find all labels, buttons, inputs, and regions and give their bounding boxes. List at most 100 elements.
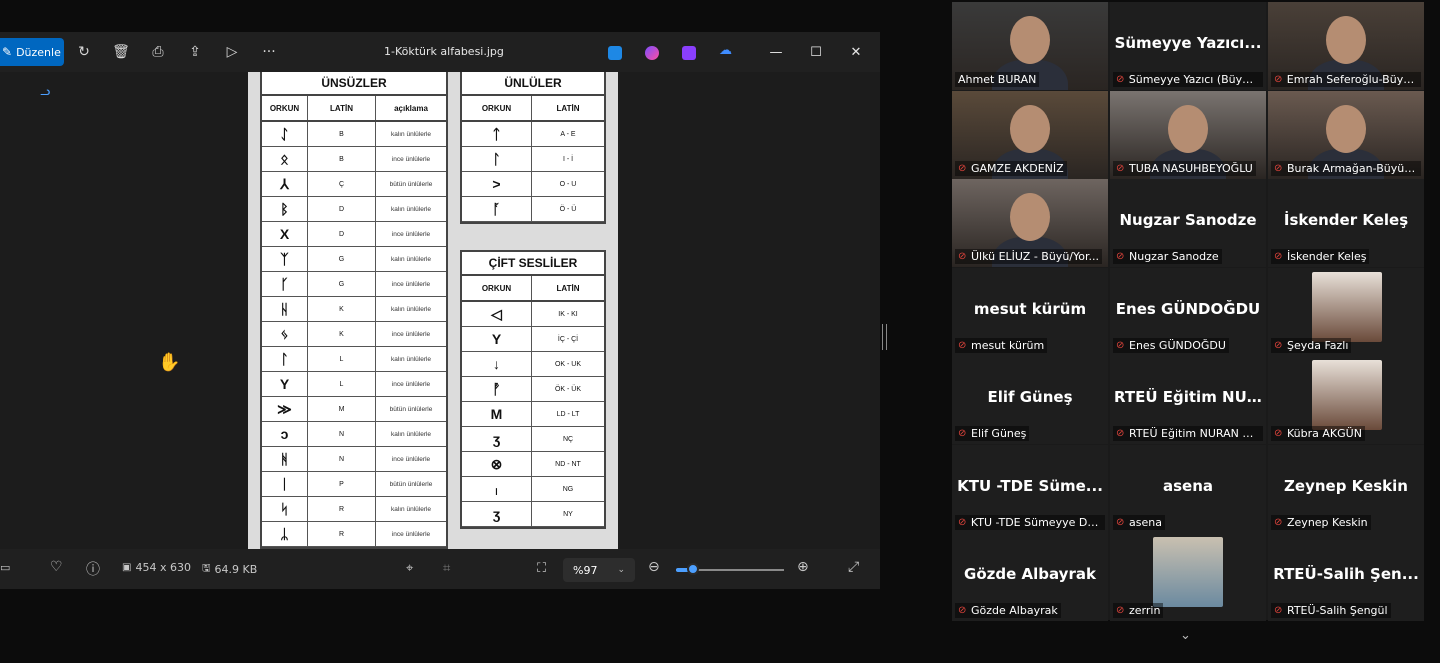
copilot-icon[interactable] bbox=[645, 46, 659, 60]
print-icon[interactable]: ⎙ bbox=[148, 42, 168, 62]
visual-search-icon[interactable]: ⌗ bbox=[443, 561, 450, 576]
muted-mic-icon: ⊘ bbox=[1274, 516, 1283, 528]
save-disk-icon: 🖫 bbox=[202, 563, 211, 574]
filmstrip-icon[interactable]: ▭ bbox=[0, 561, 10, 574]
latin-value: L bbox=[308, 347, 376, 371]
orkun-letter: Y bbox=[462, 327, 532, 351]
zoom-in-icon[interactable]: ⊕ bbox=[797, 559, 809, 575]
edit-button[interactable]: ✎ Düzenle bbox=[0, 38, 64, 66]
participant-tile[interactable]: Zeynep Keskin ⊘ Zeynep Keskin bbox=[1268, 444, 1424, 533]
participant-tile[interactable]: ⊘ Burak Armağan-Büyü/... bbox=[1268, 90, 1424, 179]
participant-tile[interactable]: Enes GÜNDOĞDU ⊘ Enes GÜNDOĞDU bbox=[1110, 267, 1266, 356]
participant-tile[interactable]: Ahmet BURAN bbox=[952, 2, 1108, 90]
zoom-level-dropdown[interactable]: %97 ⌄ bbox=[563, 558, 635, 582]
participant-display-name: Elif Güneş bbox=[987, 388, 1073, 406]
participant-name-label: ⊘ İskender Keleş bbox=[1271, 249, 1370, 264]
participant-tile[interactable]: asena ⊘ asena bbox=[1110, 444, 1266, 533]
participant-tile[interactable]: Gözde Albayrak ⊘ Gözde Albayrak bbox=[952, 533, 1108, 621]
table-row: ⊗ ND - NT bbox=[462, 452, 604, 477]
file-name: 1-Köktürk alfabesi.jpg bbox=[384, 45, 504, 58]
maximize-icon[interactable]: ☐ bbox=[806, 42, 826, 62]
participant-name: KTU -TDE Sümeyye D*... bbox=[970, 515, 1102, 529]
participant-tile[interactable]: Sümeyye Yazıcı... ⊘ Sümeyye Yazıcı (Büyü/.… bbox=[1110, 2, 1266, 90]
participant-tile[interactable]: İskender Keleş ⊘ İskender Keleş bbox=[1268, 179, 1424, 267]
zoom-slider-thumb[interactable] bbox=[687, 563, 700, 575]
participant-avatar bbox=[1312, 271, 1382, 342]
col-latin: LATİN bbox=[308, 96, 376, 120]
orkun-letter: ᛋ bbox=[262, 497, 308, 521]
info-icon[interactable]: ⓘ bbox=[86, 559, 100, 579]
zoom-out-icon[interactable]: ⊖ bbox=[648, 559, 660, 575]
orkun-letter: ᛏ bbox=[462, 122, 532, 146]
crop-select-icon[interactable]: ⌖ bbox=[406, 561, 413, 576]
slideshow-icon[interactable]: ▷ bbox=[222, 42, 242, 62]
share-icon[interactable]: ⇪ bbox=[185, 42, 205, 62]
col-aciklama: açıklama bbox=[394, 103, 428, 113]
muted-mic-icon: ⊘ bbox=[958, 251, 967, 262]
participant-name-label: ⊘ Ülkü ELİUZ - Büyü/Yor... bbox=[955, 249, 1102, 264]
favorite-heart-icon[interactable]: ♡ bbox=[50, 559, 63, 575]
orkun-letter: > bbox=[462, 172, 532, 196]
pen-mark-icon: ᓗ bbox=[40, 84, 51, 98]
participant-tile[interactable]: RTEÜ-Salih Şen... ⊘ RTEÜ-Salih Şengül bbox=[1268, 533, 1424, 621]
participant-name: Ahmet BURAN bbox=[958, 73, 1037, 86]
clipchamp-icon[interactable] bbox=[682, 46, 696, 60]
participant-tile[interactable]: ⊘ Kübra AKGÜN bbox=[1268, 356, 1424, 444]
participant-tile[interactable]: ⊘ zerrin bbox=[1110, 533, 1266, 621]
latin-value: LD - LT bbox=[556, 410, 580, 418]
edit-button-label: Düzenle bbox=[16, 45, 61, 59]
orkun-letter: ↓ bbox=[462, 352, 532, 376]
participant-tile[interactable]: Elif Güneş ⊘ Elif Güneş bbox=[952, 356, 1108, 444]
chevron-down-icon[interactable]: ⌄ bbox=[1180, 628, 1191, 643]
rotate-icon[interactable]: ↻ bbox=[74, 42, 94, 62]
latin-value: R bbox=[308, 522, 376, 546]
participant-tile[interactable]: KTU -TDE Süme... ⊘ KTU -TDE Sümeyye D*... bbox=[952, 444, 1108, 533]
participant-name: Elif Güneş bbox=[971, 427, 1027, 440]
vowels-title: ÜNLÜLER bbox=[462, 72, 604, 96]
participant-name-label: ⊘ Kübra AKGÜN bbox=[1271, 426, 1365, 441]
participant-tile[interactable]: ⊘ Şeyda Fazlı bbox=[1268, 267, 1424, 356]
onedrive-icon[interactable]: ☁ bbox=[719, 43, 733, 58]
image-canvas[interactable]: ᓗ ÜNSÜZLER ORKUN LATİN açıklama ᛇ Bkalın … bbox=[0, 72, 880, 549]
participant-tile[interactable]: RTEÜ Eğitim NU... ⊘ RTEÜ Eğitim NURAN A... bbox=[1110, 356, 1266, 444]
delete-icon[interactable]: 🗑 bbox=[111, 42, 131, 62]
table-row: ᚡ ÖK - ÜK bbox=[462, 377, 604, 402]
participant-name-label: ⊘ zerrin bbox=[1113, 603, 1164, 618]
participant-tile[interactable]: mesut kürüm ⊘ mesut kürüm bbox=[952, 267, 1108, 356]
orkun-letter: ᛚ bbox=[462, 147, 532, 171]
table-row: ᚪÖ - Ü bbox=[462, 197, 604, 222]
latin-value: K bbox=[308, 322, 376, 346]
file-size-text: 64.9 KB bbox=[214, 563, 258, 576]
designer-app-icon[interactable] bbox=[608, 46, 622, 60]
description: kalın ünlülerle bbox=[390, 355, 432, 363]
table-row: > O - U bbox=[462, 172, 604, 197]
participant-tile[interactable]: ⊘ GAMZE AKDENİZ bbox=[952, 90, 1108, 179]
panel-splitter-handle[interactable] bbox=[882, 324, 887, 350]
col-latin: LATİN bbox=[556, 283, 580, 293]
full-screen-icon[interactable]: ⤢ bbox=[848, 559, 859, 575]
table-row: ᛚI - İ bbox=[462, 147, 604, 172]
description: bütün ünlülerle bbox=[389, 180, 433, 188]
orkun-letter: ᛁ bbox=[262, 472, 308, 496]
orkun-letter: ᚻ bbox=[262, 447, 308, 471]
participant-tile[interactable]: ⊘ Emrah Seferoğlu-Büyü... bbox=[1268, 2, 1424, 90]
minimize-icon[interactable]: — bbox=[766, 42, 786, 62]
orkun-letter: Y bbox=[262, 372, 308, 396]
fit-to-window-icon[interactable]: ⛶ bbox=[537, 561, 546, 576]
orkun-letter: ᚴ bbox=[262, 272, 308, 296]
participant-display-name: asena bbox=[1162, 476, 1214, 495]
viewer-bottom-bar: ▭ ♡ ⓘ ▣ 454 x 630 🖫 64.9 KB ⌖ ⌗ ⛶ %97 ⌄ … bbox=[0, 549, 880, 589]
orkun-letter: ⊗ bbox=[462, 452, 532, 476]
zoom-level-text: %97 bbox=[573, 563, 598, 577]
more-icon[interactable]: ··· bbox=[259, 42, 279, 62]
description: ince ünlülerle bbox=[391, 380, 431, 388]
participant-tile[interactable]: Nugzar Sanodze ⊘ Nugzar Sanodze bbox=[1110, 179, 1266, 267]
participant-tile[interactable]: ⊘ Ülkü ELİUZ - Büyü/Yor... bbox=[952, 179, 1108, 267]
table-row: ᛋ Rkalın ünlülerle bbox=[262, 497, 446, 522]
latin-value: K bbox=[308, 297, 376, 321]
participant-name: asena bbox=[1129, 515, 1162, 529]
participant-tile[interactable]: ⊘ TUBA NASUHBEYOĞLU bbox=[1110, 90, 1266, 179]
table-row: ᛁ Pbütün ünlülerle bbox=[262, 472, 446, 497]
close-icon[interactable]: ✕ bbox=[846, 42, 866, 62]
muted-mic-icon: ⊘ bbox=[1116, 251, 1125, 262]
